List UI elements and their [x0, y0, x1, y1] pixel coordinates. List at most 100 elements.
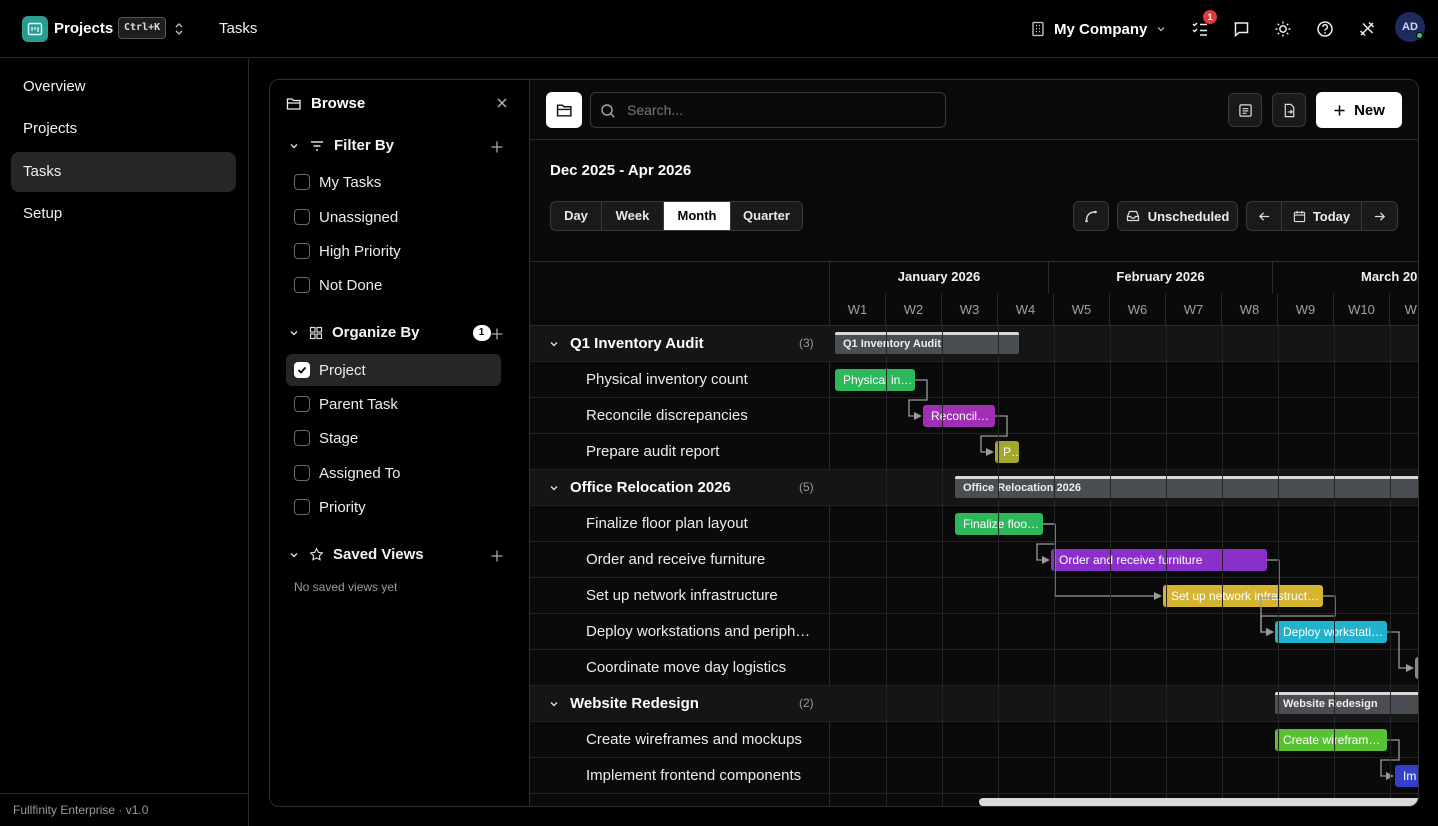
task-row[interactable]: Coordinate move day logistics [530, 650, 1418, 686]
week-label: W10 [1334, 294, 1390, 326]
task-row[interactable]: Create wireframes and mockups Create wire… [530, 722, 1418, 758]
view-week-tab[interactable]: Week [602, 202, 664, 230]
task-bar[interactable]: Finalize floor plan layout [955, 513, 1043, 535]
group-summary-bar[interactable]: Website Redesign [1275, 692, 1418, 714]
week-label: W3 [942, 294, 998, 326]
unscheduled-label: Unscheduled [1147, 208, 1230, 224]
checkbox[interactable] [294, 499, 310, 515]
organize-by-section[interactable]: Organize By 1 [288, 324, 491, 341]
checkbox[interactable] [294, 209, 310, 225]
checkbox[interactable] [294, 396, 310, 412]
organize-priority[interactable]: Priority [286, 491, 501, 523]
task-bar[interactable]: Reconcile discrepancies [923, 405, 995, 427]
breadcrumb[interactable]: Tasks [219, 20, 257, 37]
filter-by-section[interactable]: Filter By [288, 137, 394, 154]
task-bar[interactable] [1415, 657, 1418, 679]
arrow-right-icon [1374, 211, 1386, 221]
filter-icon [311, 140, 323, 151]
task-bar[interactable]: Deploy workstations and peripherals [1275, 621, 1387, 643]
organize-assigned-to[interactable]: Assigned To [286, 457, 501, 489]
filter-unassigned[interactable]: Unassigned [286, 201, 501, 233]
add-grouping-plus-icon[interactable] [490, 327, 504, 341]
date-navigator: Today [1246, 201, 1398, 231]
checkbox[interactable] [294, 277, 310, 293]
checkbox[interactable] [294, 174, 310, 190]
month-label: March 2026 [1361, 269, 1418, 284]
checkbox[interactable] [294, 243, 310, 259]
view-quarter-tab[interactable]: Quarter [731, 202, 802, 230]
chat-icon[interactable] [1229, 17, 1253, 41]
week-label: W2 [886, 294, 942, 326]
task-row[interactable]: Reconcile discrepancies Reconcile discrep… [530, 398, 1418, 434]
help-icon[interactable] [1313, 17, 1337, 41]
organize-parent-task[interactable]: Parent Task [286, 388, 501, 420]
search-input[interactable] [590, 92, 946, 128]
checkbox-checked[interactable] [294, 362, 310, 378]
task-bar[interactable]: Physical inventory count [835, 369, 915, 391]
checkbox[interactable] [294, 465, 310, 481]
group-row[interactable]: Office Relocation 2026 (5) Office Relocati… [530, 470, 1418, 506]
filter-label: High Priority [319, 242, 401, 260]
projects-logo-icon[interactable] [22, 16, 48, 42]
chevron-down-icon[interactable] [548, 698, 560, 710]
group-summary-bar[interactable]: Office Relocation 2026 [955, 476, 1418, 498]
group-row[interactable]: Website Redesign (2) Website Redesign [530, 686, 1418, 722]
task-row[interactable]: Implement frontend components Implement f… [530, 758, 1418, 794]
saved-views-section[interactable]: Saved Views [288, 546, 424, 563]
organize-project[interactable]: Project [286, 354, 501, 386]
nav-item-projects[interactable]: Projects [11, 109, 236, 149]
task-row[interactable]: Finalize floor plan layout Finalize floor… [530, 506, 1418, 542]
task-bar[interactable]: Create wireframes and mockups [1275, 729, 1387, 751]
app-switcher-chevrons-icon[interactable] [172, 20, 186, 38]
week-gridline [942, 326, 943, 806]
organize-stage[interactable]: Stage [286, 422, 501, 454]
task-row[interactable]: Set up network infrastructure Set up netw… [530, 578, 1418, 614]
task-row[interactable]: Deploy workstations and peripherals Deplo… [530, 614, 1418, 650]
week-label: W11 [1390, 294, 1418, 326]
group-summary-bar[interactable]: Q1 Inventory Audit [835, 332, 1019, 354]
group-row[interactable]: Q1 Inventory Audit (3) Q1 Inventory Audit [530, 326, 1418, 362]
grid-icon [309, 326, 323, 339]
horizontal-scrollbar[interactable] [979, 798, 1418, 806]
tools-icon[interactable] [1355, 17, 1379, 41]
company-switcher[interactable]: My Company [1030, 19, 1167, 39]
list-view-button[interactable] [1228, 93, 1262, 127]
week-gridline [998, 326, 999, 806]
nav-item-setup[interactable]: Setup [11, 194, 236, 234]
task-name: Order and receive furniture [586, 551, 766, 568]
nav-item-tasks[interactable]: Tasks [11, 152, 236, 192]
new-button[interactable]: New [1316, 92, 1402, 128]
close-icon[interactable] [495, 96, 509, 110]
file-export-icon [1284, 103, 1294, 117]
view-day-tab[interactable]: Day [551, 202, 602, 230]
export-button[interactable] [1272, 93, 1306, 127]
view-month-tab[interactable]: Month [664, 202, 731, 230]
chevron-down-icon[interactable] [548, 338, 560, 350]
today-button[interactable]: Today [1282, 202, 1362, 230]
filter-high-priority[interactable]: High Priority [286, 235, 501, 267]
filter-not-done[interactable]: Not Done [286, 269, 501, 301]
task-bar[interactable]: Order and receive furniture [1051, 549, 1267, 571]
task-row[interactable]: Physical inventory count Physical invento… [530, 362, 1418, 398]
notification-badge: 1 [1203, 10, 1217, 24]
task-row[interactable]: Prepare audit reportPrepare audit report [530, 434, 1418, 470]
filter-my-tasks[interactable]: My Tasks [286, 166, 501, 198]
next-period-button[interactable] [1362, 202, 1397, 230]
task-name: Prepare audit report [586, 443, 720, 460]
app-title[interactable]: Projects [54, 20, 113, 37]
unscheduled-button[interactable]: Unscheduled [1117, 201, 1238, 231]
browse-toggle-button[interactable] [546, 92, 582, 128]
checkbox[interactable] [294, 430, 310, 446]
theme-sun-icon[interactable] [1271, 17, 1295, 41]
task-row[interactable]: Order and receive furniture Order and rec… [530, 542, 1418, 578]
dependency-link-button[interactable] [1073, 201, 1109, 231]
prev-period-button[interactable] [1247, 202, 1282, 230]
task-bar[interactable]: Implement frontend components [1395, 765, 1418, 787]
add-filter-plus-icon[interactable] [490, 140, 504, 154]
add-saved-view-plus-icon[interactable] [490, 549, 504, 563]
side-nav: Overview Projects Tasks Setup Fullfinity… [0, 59, 249, 826]
nav-item-overview[interactable]: Overview [11, 67, 236, 107]
task-bar[interactable]: Set up network infrastructure [1163, 585, 1323, 607]
chevron-down-icon[interactable] [548, 482, 560, 494]
week-gridline [1166, 326, 1167, 806]
